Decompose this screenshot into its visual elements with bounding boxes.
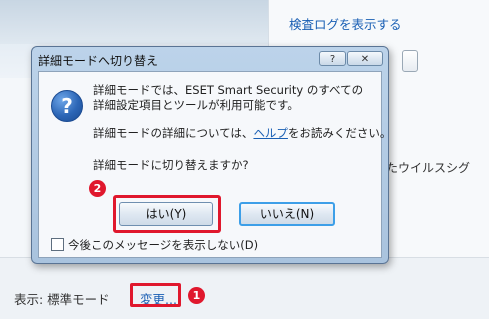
step-badge-2: 2 bbox=[89, 180, 106, 197]
dialog-body: ? 詳細モードでは、ESET Smart Security のすべての 詳細設定… bbox=[38, 71, 391, 258]
virus-signature-text: したウイルスシグ bbox=[374, 161, 471, 175]
no-button[interactable]: いいえ(N) bbox=[239, 202, 335, 226]
help-line-suffix: をお読みください。 bbox=[287, 126, 392, 140]
confirm-question: 詳細モードに切り替えますか? bbox=[93, 158, 249, 172]
step-badge-1: 1 bbox=[188, 287, 205, 304]
message-line-1: 詳細モードでは、ESET Smart Security のすべての bbox=[93, 83, 364, 97]
change-link-highlight bbox=[130, 283, 181, 307]
display-mode-label: 表示: 標準モード bbox=[14, 292, 110, 307]
dont-show-again-checkbox[interactable] bbox=[51, 238, 64, 251]
close-button[interactable]: ✕ bbox=[347, 51, 383, 66]
yes-button-highlight bbox=[113, 195, 221, 233]
close-icon: ✕ bbox=[360, 54, 370, 65]
dont-show-again-row[interactable]: 今後このメッセージを表示しない(D) bbox=[51, 237, 258, 253]
switch-advanced-mode-dialog: 詳細モードへ切り替え ? ✕ ? 詳細モードでは、ESET Smart Secu… bbox=[31, 46, 391, 264]
view-scan-log-link[interactable]: 検査ログを表示する bbox=[289, 14, 402, 33]
message-help-line: 詳細モードの詳細については、ヘルプをお読みください。 bbox=[93, 126, 391, 141]
help-line-prefix: 詳細モードの詳細については、 bbox=[93, 126, 254, 140]
background-button[interactable] bbox=[402, 50, 418, 72]
question-icon: ? bbox=[51, 90, 83, 122]
help-title-button[interactable]: ? bbox=[319, 51, 346, 66]
help-icon: ? bbox=[329, 54, 336, 65]
dont-show-again-label: 今後このメッセージを表示しない(D) bbox=[68, 238, 259, 252]
background-header-tab bbox=[0, 0, 270, 44]
help-link[interactable]: ヘルプ bbox=[253, 126, 288, 140]
message-line-2: 詳細設定項目とツールが利用可能です。 bbox=[93, 98, 299, 112]
dialog-title: 詳細モードへ切り替え bbox=[38, 54, 159, 68]
